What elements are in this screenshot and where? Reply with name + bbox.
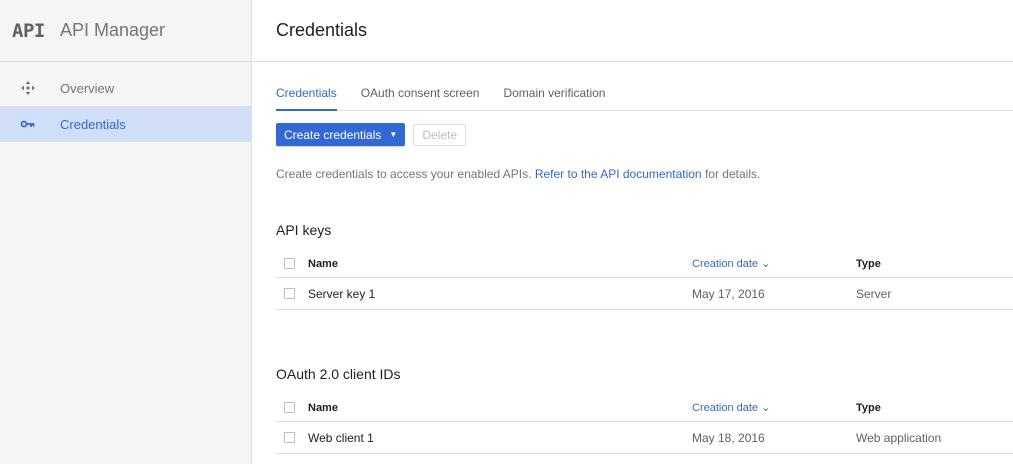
column-header-type: Type [856, 257, 881, 270]
creation-date-label: Creation date [692, 402, 759, 414]
page-title: Credentials [276, 20, 368, 40]
sort-chevron-down-icon: ⌄ [761, 258, 771, 270]
row-checkbox[interactable] [284, 288, 295, 299]
move-arrows-icon [20, 80, 60, 96]
sidebar-header: API API Manager [0, 0, 251, 62]
help-text-suffix: for details. [704, 167, 761, 181]
content: Credentials OAuth consent screen Domain … [252, 86, 1013, 454]
api-documentation-link[interactable]: Refer to the API documentation [535, 167, 702, 181]
api-keys-table: Name Creation date ⌄ Type Server key 1 M… [276, 250, 1013, 310]
delete-button[interactable]: Delete [413, 123, 466, 146]
table-row[interactable]: Web client 1 May 18, 2016 Web applicatio… [276, 422, 1013, 454]
column-header-creation-date[interactable]: Creation date ⌄ [692, 257, 856, 270]
sidebar-nav: Overview Credentials [0, 62, 251, 142]
row-creation-date: May 18, 2016 [692, 430, 765, 445]
row-checkbox[interactable] [284, 432, 295, 443]
row-type: Server [856, 286, 892, 301]
sidebar-item-overview[interactable]: Overview [0, 70, 251, 106]
oauth-client-ids-table: Name Creation date ⌄ Type Web client 1 M… [276, 394, 1013, 454]
app-title[interactable]: API Manager [60, 20, 165, 41]
api-keys-title: API keys [276, 222, 332, 238]
select-all-checkbox[interactable] [284, 402, 295, 413]
sidebar: API API Manager Overview Credentials [0, 0, 252, 464]
tab-domain-verification[interactable]: Domain verification [503, 86, 605, 111]
row-name[interactable]: Web client 1 [308, 431, 692, 445]
oauth-client-ids-title: OAuth 2.0 client IDs [276, 366, 401, 382]
table-header-row: Name Creation date ⌄ Type [276, 250, 1013, 278]
oauth-client-ids-section: OAuth 2.0 client IDs Name Creation date … [276, 366, 1013, 454]
key-icon [20, 119, 60, 129]
caret-down-icon: ▼ [389, 130, 398, 139]
row-type: Web application [856, 430, 942, 445]
sidebar-item-credentials[interactable]: Credentials [0, 106, 251, 142]
sidebar-item-label: Overview [60, 80, 115, 96]
tab-oauth-consent-screen[interactable]: OAuth consent screen [361, 86, 480, 111]
main-header: Credentials [252, 0, 1013, 62]
creation-date-label: Creation date [692, 258, 759, 270]
row-creation-date: May 17, 2016 [692, 286, 765, 301]
column-header-name: Name [308, 257, 338, 270]
action-bar: Create credentials ▼ Delete [276, 123, 1013, 146]
table-header-row: Name Creation date ⌄ Type [276, 394, 1013, 422]
column-header-creation-date[interactable]: Creation date ⌄ [692, 401, 856, 414]
help-text-prefix: Create credentials to access your enable… [276, 167, 532, 181]
column-header-name: Name [308, 401, 338, 414]
api-keys-section: API keys Name Creation date ⌄ Type Serve… [276, 222, 1013, 310]
row-name[interactable]: Server key 1 [308, 287, 692, 301]
table-row[interactable]: Server key 1 May 17, 2016 Server [276, 278, 1013, 310]
select-all-checkbox[interactable] [284, 258, 295, 269]
tab-credentials[interactable]: Credentials [276, 86, 337, 111]
column-header-type: Type [856, 401, 881, 414]
create-credentials-label: Create credentials [284, 127, 382, 142]
tab-bar: Credentials OAuth consent screen Domain … [276, 86, 1013, 111]
api-logo: API [12, 19, 45, 42]
sidebar-item-label: Credentials [60, 116, 126, 132]
help-text: Create credentials to access your enable… [276, 167, 1013, 181]
sort-chevron-down-icon: ⌄ [761, 402, 771, 414]
create-credentials-button[interactable]: Create credentials ▼ [276, 123, 406, 146]
main-panel: Credentials Credentials OAuth consent sc… [252, 0, 1013, 464]
